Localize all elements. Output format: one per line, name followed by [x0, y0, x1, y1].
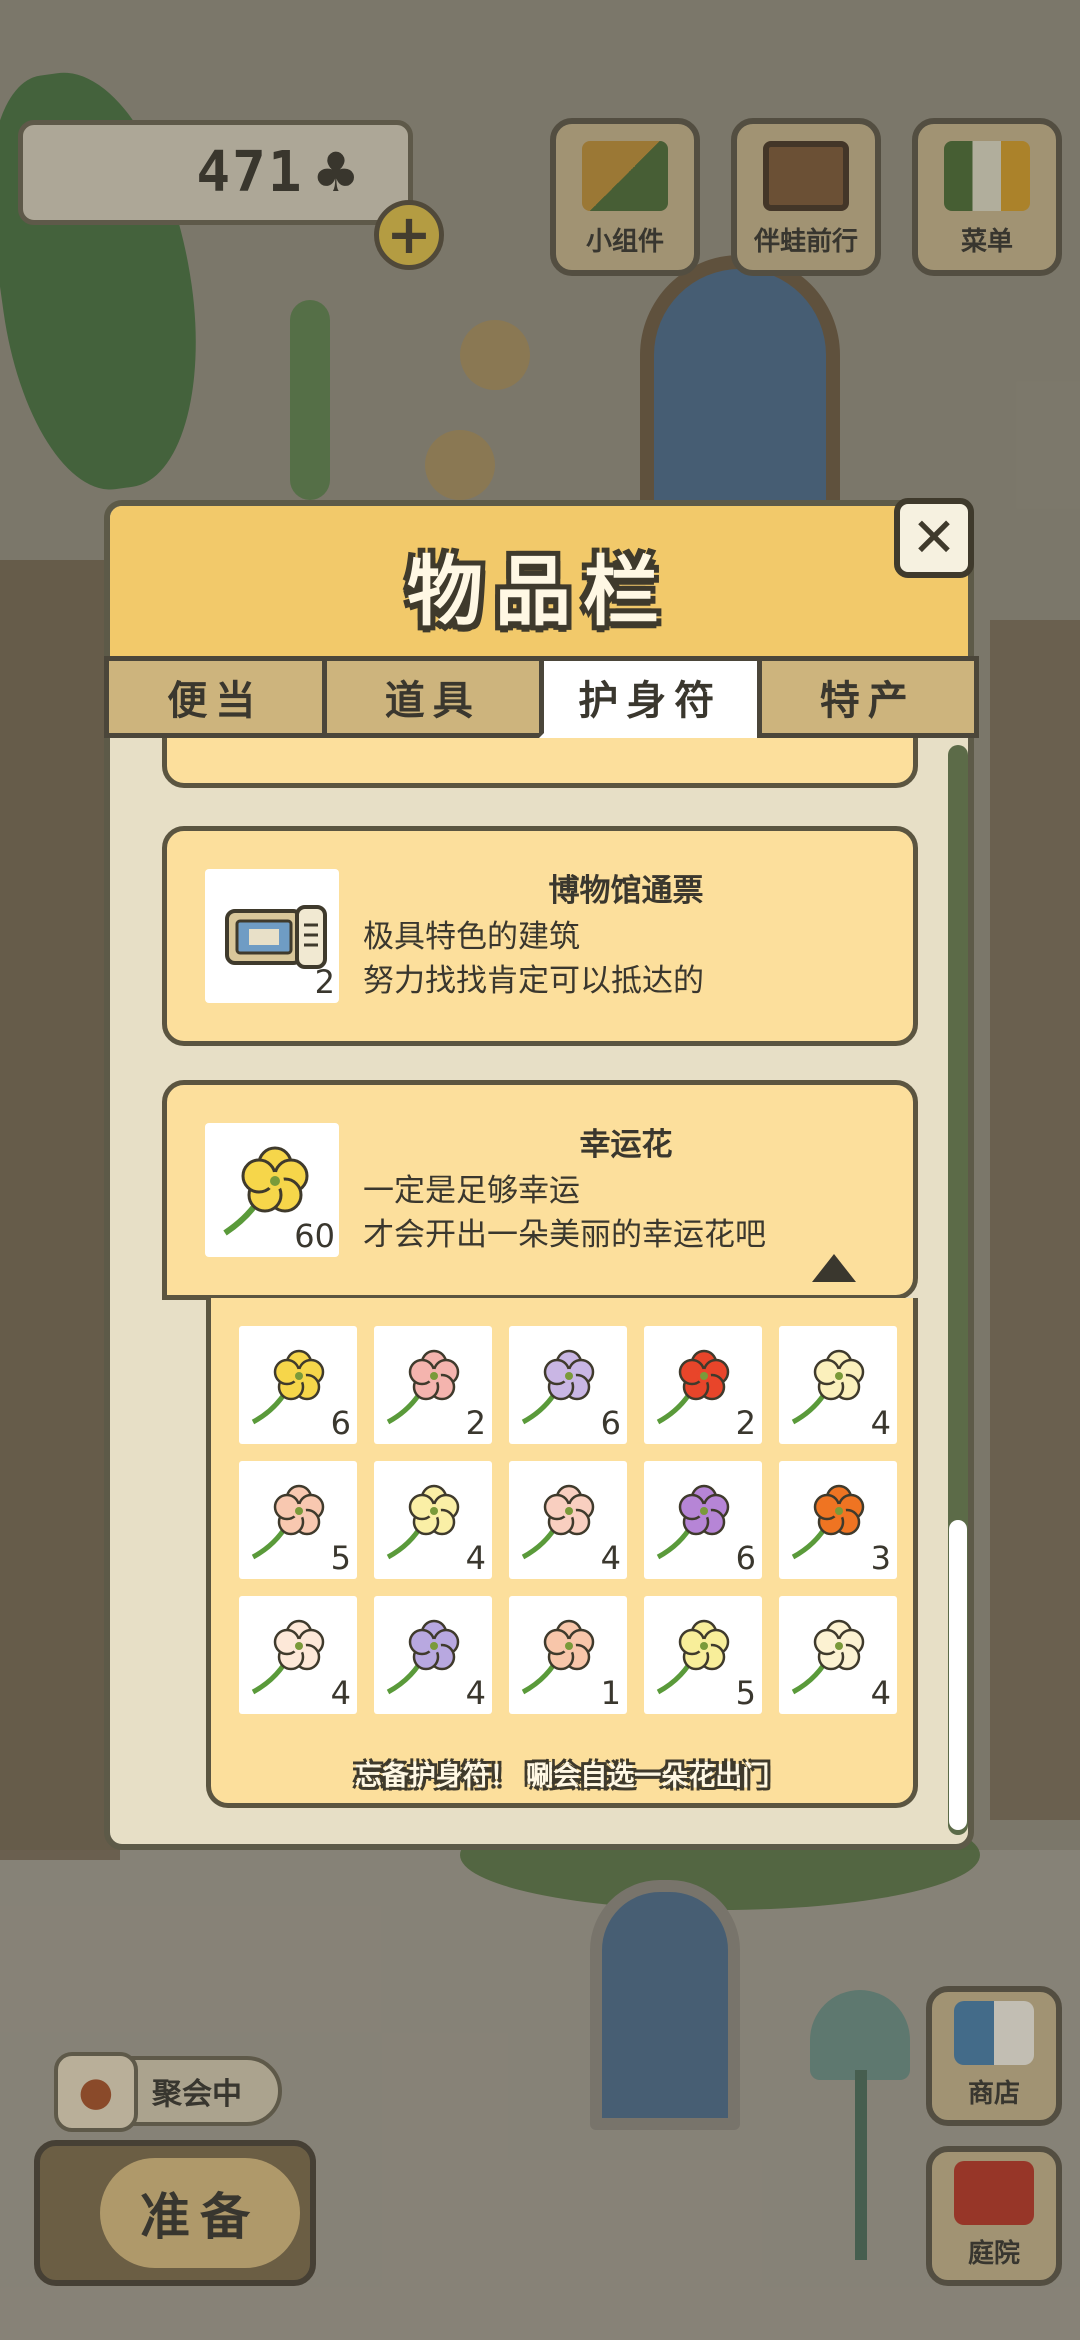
- item-description: 极具特色的建筑 努力找找肯定可以抵达的: [363, 915, 704, 1003]
- flower-count: 2: [465, 1404, 486, 1442]
- tab-charms[interactable]: 护身符: [539, 656, 762, 738]
- flower-variant[interactable]: 4: [239, 1596, 357, 1714]
- inventory-title: 物品栏: [407, 547, 671, 636]
- close-button[interactable]: ✕: [894, 498, 974, 578]
- flower-count: 4: [870, 1404, 891, 1442]
- flower-variant[interactable]: 5: [239, 1461, 357, 1579]
- tab-label: 特产: [819, 678, 916, 724]
- flower-count: 4: [870, 1674, 891, 1712]
- description-line: 极具特色的建筑: [363, 919, 580, 955]
- flower-variant[interactable]: 6: [509, 1326, 627, 1444]
- list-item-museum-ticket[interactable]: 2 博物馆通票 极具特色的建筑 努力找找肯定可以抵达的: [162, 826, 918, 1046]
- inventory-header: 物品栏: [110, 506, 968, 664]
- flower-variant[interactable]: 2: [644, 1326, 762, 1444]
- inventory-tabs: 便当 道具 护身符 特产: [104, 656, 979, 738]
- description-line: 才会开出一朵美丽的幸运花吧: [363, 1217, 766, 1253]
- item-count: 60: [294, 1217, 335, 1255]
- item-description: 一定是足够幸运 才会开出一朵美丽的幸运花吧: [363, 1169, 766, 1257]
- flower-count: 4: [465, 1674, 486, 1712]
- tab-bento[interactable]: 便当: [104, 656, 327, 738]
- scrollbar-thumb[interactable]: [949, 1520, 967, 1830]
- flower-count: 1: [600, 1674, 621, 1712]
- flower-variant[interactable]: 4: [374, 1596, 492, 1714]
- flower-note: 忘备护身符！ 唰会自选一朵花出门: [354, 1761, 770, 1792]
- flower-variant[interactable]: 6: [239, 1326, 357, 1444]
- tab-tools[interactable]: 道具: [321, 656, 544, 738]
- item-name: 博物馆通票: [548, 873, 704, 909]
- flower-count: 6: [600, 1404, 621, 1442]
- flower-variant[interactable]: 6: [644, 1461, 762, 1579]
- flower-variants-panel: 6 2 6 2 4 5 4 4 6 3 4 4 1 5 4 忘备护身符！ 唰会自…: [206, 1298, 918, 1808]
- item-list[interactable]: 2 博物馆通票 极具特色的建筑 努力找找肯定可以抵达的 60 幸运花 一定是足够…: [152, 738, 928, 1828]
- flower-count: 2: [735, 1404, 756, 1442]
- flower-count: 4: [330, 1674, 351, 1712]
- flower-count: 3: [870, 1539, 891, 1577]
- list-item-lucky-flower[interactable]: 60 幸运花 一定是足够幸运 才会开出一朵美丽的幸运花吧: [162, 1080, 918, 1300]
- flower-variant[interactable]: 4: [779, 1596, 897, 1714]
- flower-variant[interactable]: 2: [374, 1326, 492, 1444]
- flower-variant[interactable]: 3: [779, 1461, 897, 1579]
- lucky-flower-icon: 60: [205, 1123, 339, 1257]
- flower-variant[interactable]: 1: [509, 1596, 627, 1714]
- tab-label: 护身符: [578, 678, 723, 724]
- museum-ticket-icon: 2: [205, 869, 339, 1003]
- flower-variant[interactable]: 5: [644, 1596, 762, 1714]
- description-line: 努力找找肯定可以抵达的: [363, 963, 704, 999]
- tab-label: 便当: [167, 678, 264, 724]
- flower-variant[interactable]: 4: [374, 1461, 492, 1579]
- flower-count: 4: [600, 1539, 621, 1577]
- collapse-arrow-icon[interactable]: [812, 1254, 856, 1282]
- flower-variant[interactable]: 4: [509, 1461, 627, 1579]
- description-line: 一定是足够幸运: [363, 1173, 580, 1209]
- flower-count: 4: [465, 1539, 486, 1577]
- flower-grid: 6 2 6 2 4 5 4 4 6 3 4 4 1 5 4: [239, 1326, 897, 1714]
- tab-label: 道具: [384, 678, 481, 724]
- tab-specialties[interactable]: 特产: [756, 656, 979, 738]
- close-icon: ✕: [911, 506, 957, 569]
- flower-count: 6: [330, 1404, 351, 1442]
- item-count: 2: [314, 963, 335, 1001]
- flower-variant[interactable]: 4: [779, 1326, 897, 1444]
- flower-count: 5: [330, 1539, 351, 1577]
- flower-count: 6: [735, 1539, 756, 1577]
- list-item[interactable]: [162, 738, 918, 788]
- flower-count: 5: [735, 1674, 756, 1712]
- item-name: 幸运花: [579, 1127, 673, 1163]
